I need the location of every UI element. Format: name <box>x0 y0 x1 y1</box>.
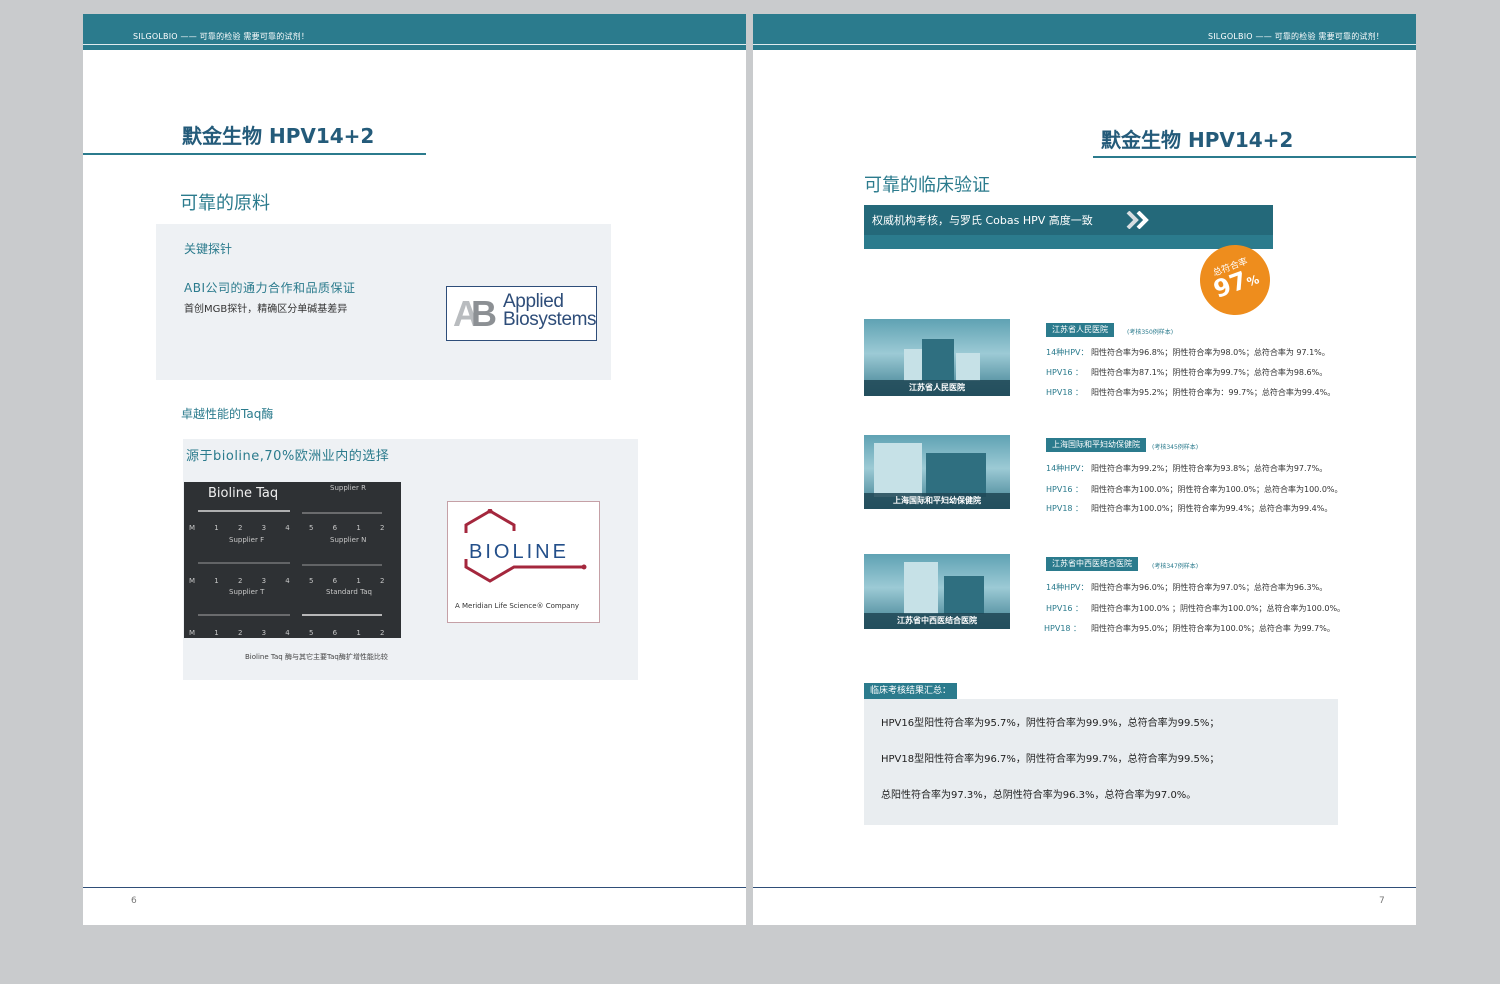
double-chevron-icon <box>1126 211 1149 229</box>
bioline-logo: BIOLINE A Meridian Life Science® Company <box>447 501 600 623</box>
result-label: HPV16 ： <box>1046 368 1084 377</box>
gel-caption: Bioline Taq 酶与其它主要Taq酶扩增性能比较 <box>245 653 388 661</box>
gel-band <box>198 562 290 564</box>
consistency-banner: 权威机构考核，与罗氏 Cobas HPV 高度一致 <box>864 205 1273 249</box>
gel-lane-numbers: M 1 2 3 4 5 6 1 2 3 4 5 6 <box>189 577 401 585</box>
result-value: 阳性符合率为87.1%；阴性符合率为99.7%；总符合率为98.6%。 <box>1091 368 1328 377</box>
gel-label: Supplier R <box>330 484 366 492</box>
result-value: 阳性符合率为96.0%；阴性符合率为97.0%；总符合率为96.3%。 <box>1091 583 1328 592</box>
result-value: 阳性符合率为99.2%；阴性符合率为93.8%；总符合率为97.7%。 <box>1091 464 1328 473</box>
summary-panel: HPV16型阳性符合率为95.7%，阴性符合率为99.9%，总符合率为99.5%… <box>864 699 1338 825</box>
result-label: 14种HPV： <box>1046 583 1089 592</box>
right-page: SILGOLBIO —— 可靠的检验 需要可靠的试剂！ 默金生物 HPV14+2… <box>753 14 1416 925</box>
gel-band <box>302 564 382 566</box>
footer-rule <box>83 887 746 888</box>
result-value: 阳性符合率为100.0%；阴性符合率为99.4%；总符合率为99.4%。 <box>1091 504 1333 513</box>
section-title: 可靠的原料 <box>180 193 270 214</box>
page-number: 6 <box>131 896 137 906</box>
result-label: HPV18 ： <box>1046 504 1084 513</box>
gel-title: Bioline Taq <box>208 486 279 501</box>
gel-lane-numbers: M 1 2 3 4 5 6 1 2 3 4 5 6 <box>189 629 401 637</box>
result-label: 14种HPV： <box>1046 464 1089 473</box>
bioline-wordmark: BIOLINE <box>469 541 569 563</box>
hospital-photo: 江苏省中西医结合医院 <box>864 554 1010 629</box>
result-value: 阳性符合率为95.0%；阴性符合率为100.0%；总符合率 为99.7%。 <box>1091 624 1335 633</box>
header-rule <box>753 44 1416 45</box>
summary-line: 总阳性符合率为97.3%，总阴性符合率为96.3%，总符合率为97.0%。 <box>881 790 1197 801</box>
taq-panel: 源于bioline,70%欧洲业内的选择 Bioline Taq Supplie… <box>183 439 638 680</box>
hospital-name-tag: 上海国际和平妇幼保健院 <box>1046 438 1146 452</box>
result-value: 阳性符合率为100.0% ；阴性符合率为100.0%；总符合率为100.0%。 <box>1091 604 1346 613</box>
header-slogan: SILGOLBIO —— 可靠的检验 需要可靠的试剂！ <box>133 32 310 41</box>
gel-band <box>198 510 290 512</box>
result-label: HPV18 ： <box>1044 624 1082 633</box>
page-header-bar: SILGOLBIO —— 可靠的检验 需要可靠的试剂！ <box>753 14 1416 50</box>
result-label: HPV16 ： <box>1046 485 1084 494</box>
taq-subtitle: 源于bioline,70%欧洲业内的选择 <box>186 449 390 464</box>
hospital-sample-note: (考核350例样本) <box>1127 329 1174 336</box>
brand-underline <box>83 153 426 155</box>
banner-text: 权威机构考核，与罗氏 Cobas HPV 高度一致 <box>872 214 1093 227</box>
hospital-photo: 上海国际和平妇幼保健院 <box>864 435 1010 509</box>
result-label: HPV16 ： <box>1046 604 1084 613</box>
brand-underline <box>1093 156 1416 158</box>
brand-title: 默金生物 HPV14+2 <box>1101 128 1294 152</box>
result-value: 阳性符合率为96.8%；阴性符合率为98.0%；总符合率为 97.1%。 <box>1091 348 1330 357</box>
hospital-sample-note: (考核347例样本) <box>1152 563 1199 570</box>
gel-band <box>302 614 382 616</box>
hospital-sample-note: (考核345例样本) <box>1152 444 1199 451</box>
hospital-photo-caption: 上海国际和平妇幼保健院 <box>864 493 1010 509</box>
probe-title: 关键探针 <box>184 242 233 256</box>
hospital-photo-caption: 江苏省人民医院 <box>864 380 1010 396</box>
gel-band <box>198 614 290 616</box>
hospital-photo-caption: 江苏省中西医结合医院 <box>864 613 1010 629</box>
gel-label: Supplier N <box>330 536 367 544</box>
footer-rule <box>753 887 1416 888</box>
gel-label: Supplier F <box>229 536 265 544</box>
hospital-photo: 江苏省人民医院 <box>864 319 1010 396</box>
abi-wordmark: Applied Biosystems <box>503 291 597 330</box>
gel-label: Supplier T <box>229 588 265 596</box>
applied-biosystems-logo: A B Applied Biosystems <box>446 286 597 341</box>
result-value: 阳性符合率为100.0%；阴性符合率为100.0%；总符合率为100.0%。 <box>1091 485 1343 494</box>
result-label: HPV18 ： <box>1046 388 1084 397</box>
probe-line2: 首创MGB探针，精确区分单碱基差异 <box>184 304 348 315</box>
bioline-tagline: A Meridian Life Science® Company <box>455 602 580 610</box>
brand-title: 默金生物 HPV14+2 <box>182 124 375 148</box>
header-slogan: SILGOLBIO —— 可靠的检验 需要可靠的试剂！ <box>1207 32 1384 41</box>
section-title: 可靠的临床验证 <box>864 175 990 196</box>
taq-title: 卓越性能的Taq酶 <box>181 407 274 421</box>
gel-electrophoresis-image: Bioline Taq Supplier R Supplier F Suppli… <box>184 482 401 638</box>
svg-text:B: B <box>471 293 497 332</box>
gel-lane-numbers: M 1 2 3 4 5 6 1 2 3 4 5 6 <box>189 524 401 532</box>
page-header-bar: SILGOLBIO —— 可靠的检验 需要可靠的试剂！ <box>83 14 746 50</box>
ab-logo-icon: A B <box>453 293 497 332</box>
page-number: 7 <box>1379 896 1385 906</box>
header-rule <box>83 44 746 45</box>
gel-band <box>302 512 382 514</box>
summary-line: HPV18型阳性符合率为96.7%，阴性符合率为99.7%，总符合率为99.5%… <box>881 754 1220 765</box>
gel-label: Standard Taq <box>326 588 372 596</box>
hospital-name-tag: 江苏省人民医院 <box>1046 323 1114 337</box>
left-page: SILGOLBIO —— 可靠的检验 需要可靠的试剂！ 默金生物 HPV14+2… <box>83 14 746 925</box>
summary-line: HPV16型阳性符合率为95.7%，阴性符合率为99.9%，总符合率为99.5%… <box>881 718 1220 729</box>
probe-line1: ABI公司的通力合作和品质保证 <box>184 281 356 295</box>
hospital-name-tag: 江苏省中西医结合医院 <box>1046 557 1138 571</box>
probe-panel: 关键探针 ABI公司的通力合作和品质保证 首创MGB探针，精确区分单碱基差异 A… <box>156 224 611 380</box>
result-label: 14种HPV： <box>1046 348 1089 357</box>
result-value: 阳性符合率为95.2%；阴性符合率为：99.7%；总符合率为99.4%。 <box>1091 388 1336 397</box>
summary-tag: 临床考核结果汇总： <box>864 683 958 699</box>
